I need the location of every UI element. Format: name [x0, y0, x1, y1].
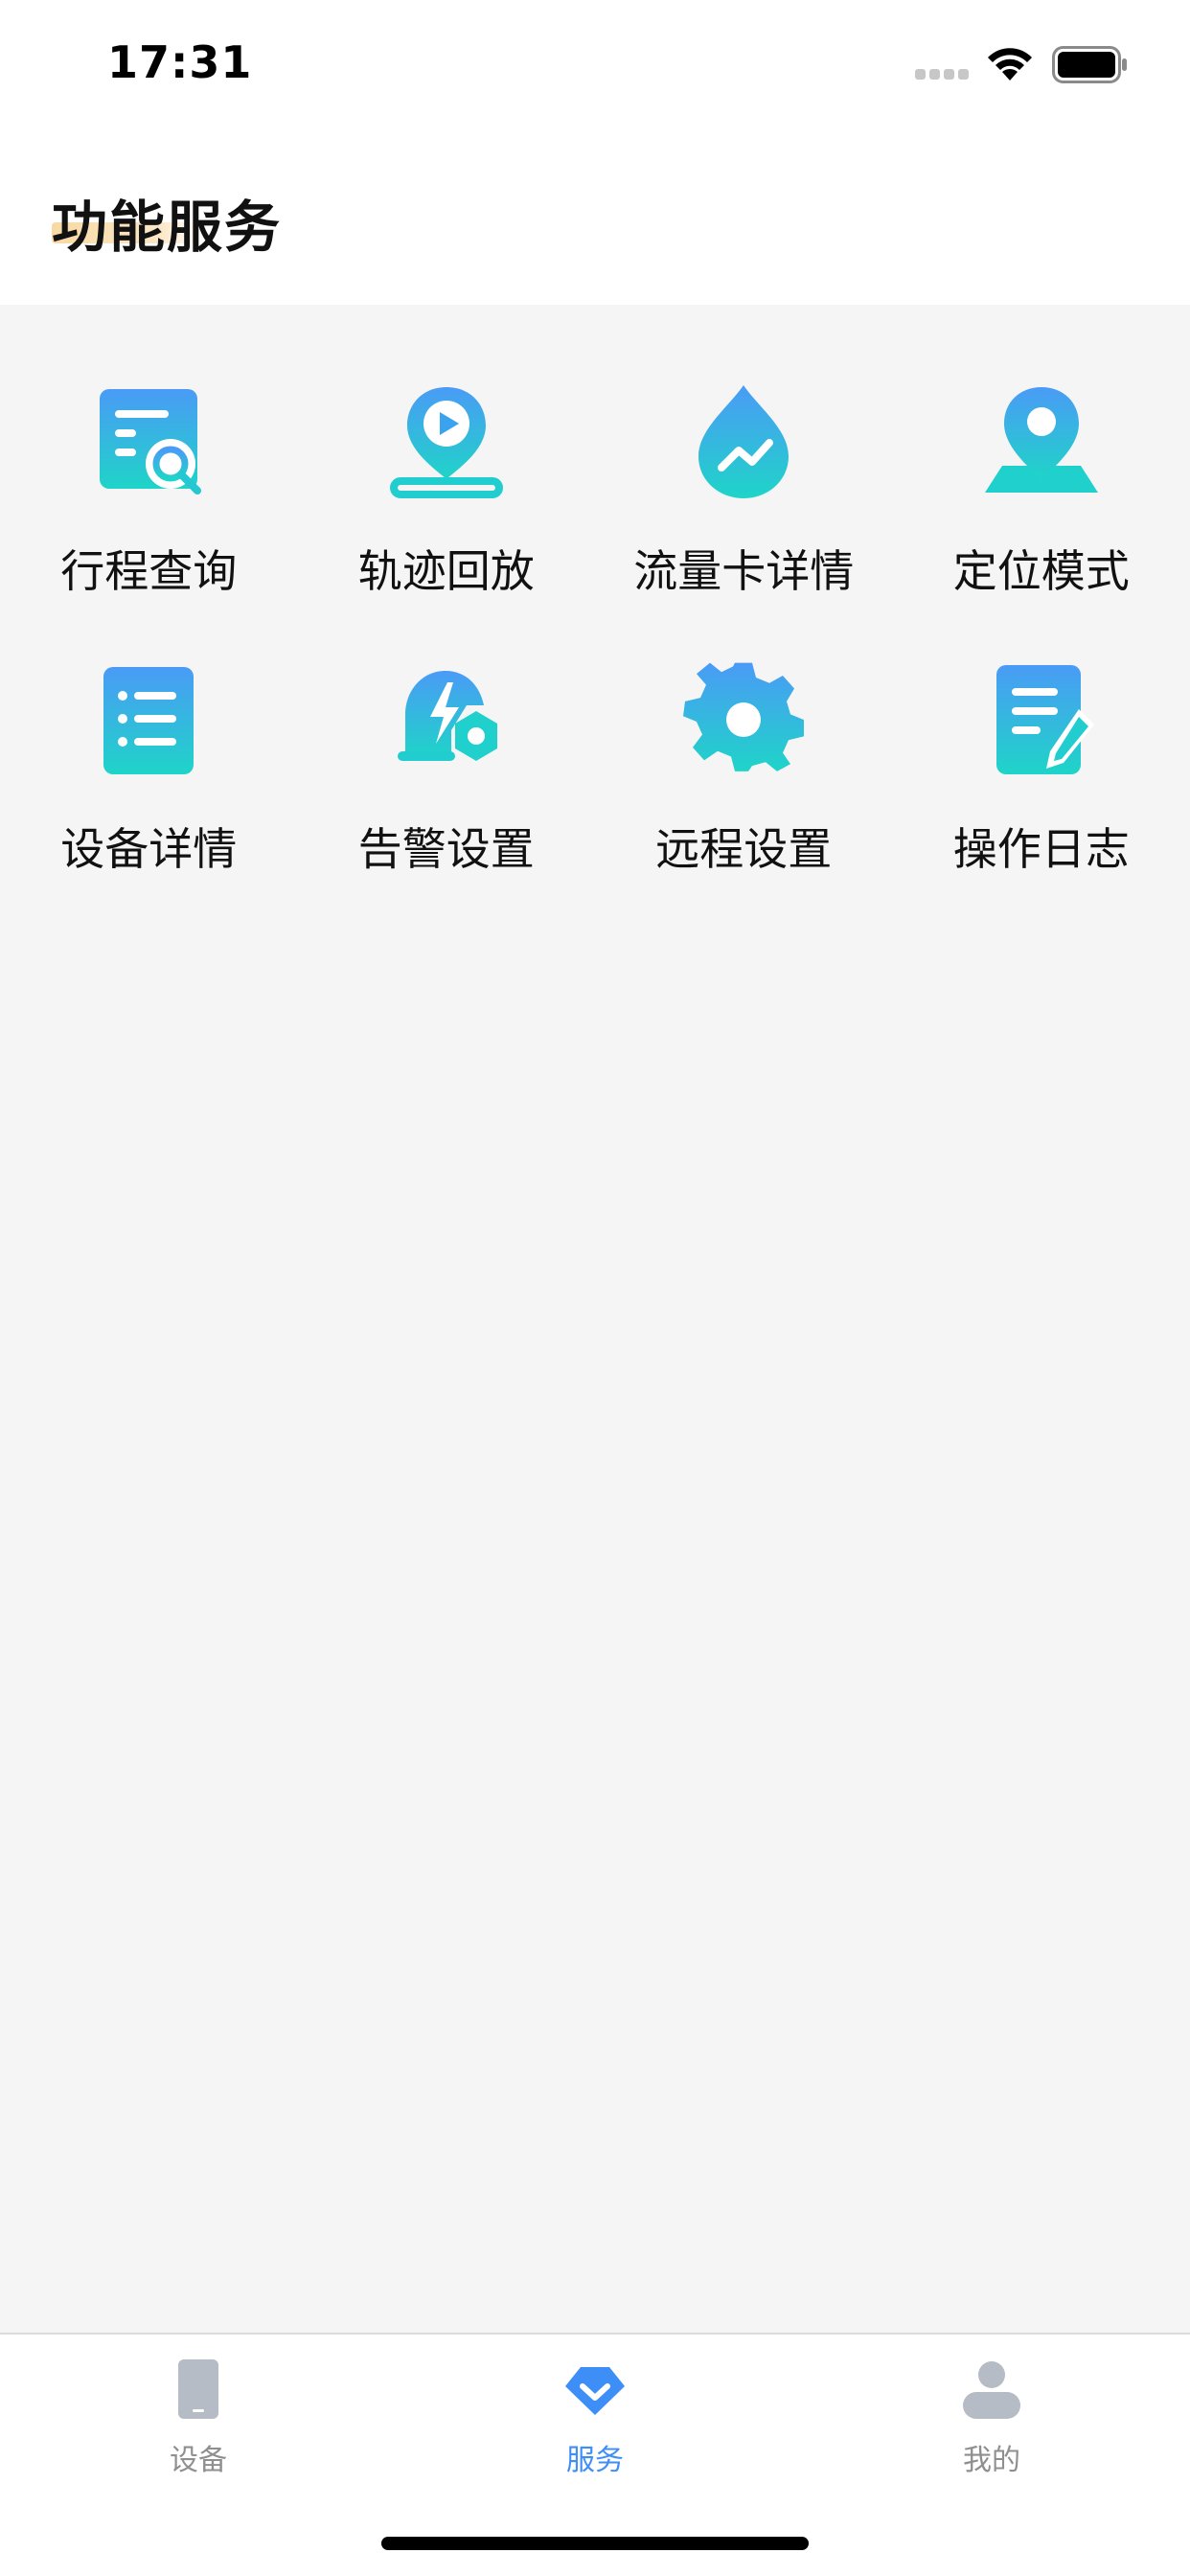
service-grid: 行程查询 轨迹回放 流量卡详情 定位模式 设备详情 告警设置 远程设置 操作日志: [0, 305, 1190, 907]
service-remote-settings[interactable]: 远程设置: [595, 657, 893, 907]
signal-dots-icon: [915, 69, 969, 80]
wifi-icon: [988, 48, 1032, 80]
operation-log-icon: [995, 665, 1094, 774]
track-playback-icon: [389, 387, 503, 498]
status-time: 17:31: [107, 36, 253, 88]
service-alarm-settings[interactable]: 告警设置: [298, 657, 596, 907]
tab-label: 服务: [566, 2444, 624, 2477]
service-label: 轨迹回放: [357, 545, 535, 597]
service-operation-log[interactable]: 操作日志: [893, 657, 1190, 907]
service-device-details[interactable]: 设备详情: [0, 657, 298, 907]
service-chevron-icon: [565, 2367, 625, 2415]
service-label: 设备详情: [60, 823, 238, 875]
service-label: 操作日志: [952, 823, 1130, 875]
service-location-mode[interactable]: 定位模式: [893, 380, 1190, 629]
page-title: 功能服务: [52, 195, 283, 260]
battery-icon: [1052, 46, 1127, 83]
home-indicator: [381, 2537, 809, 2550]
service-label: 定位模式: [952, 545, 1130, 597]
tab-label: 我的: [963, 2444, 1020, 2477]
user-profile-icon: [963, 2361, 1020, 2419]
tab-device[interactable]: 设备: [103, 2356, 294, 2499]
page-header: 功能服务: [0, 134, 1190, 305]
phone-device-icon: [178, 2359, 218, 2419]
page-title-wrap: 功能服务: [52, 182, 282, 263]
alarm-settings-icon: [397, 671, 497, 761]
status-bar: 17:31: [0, 0, 1190, 134]
trip-search-icon: [100, 389, 202, 494]
service-label: 远程设置: [655, 823, 833, 875]
data-card-icon: [698, 385, 790, 498]
service-label: 告警设置: [357, 823, 535, 875]
remote-settings-icon: [683, 662, 805, 771]
service-data-card[interactable]: 流量卡详情: [595, 380, 893, 629]
service-trip-search[interactable]: 行程查询: [0, 380, 298, 629]
tab-label: 设备: [170, 2444, 227, 2477]
service-track-playback[interactable]: 轨迹回放: [298, 380, 596, 629]
location-mode-icon: [984, 387, 1098, 493]
service-label: 行程查询: [60, 545, 238, 597]
tab-service[interactable]: 服务: [499, 2356, 691, 2499]
service-label: 流量卡详情: [633, 545, 855, 597]
tab-mine[interactable]: 我的: [896, 2356, 1087, 2499]
device-details-icon: [103, 667, 195, 774]
